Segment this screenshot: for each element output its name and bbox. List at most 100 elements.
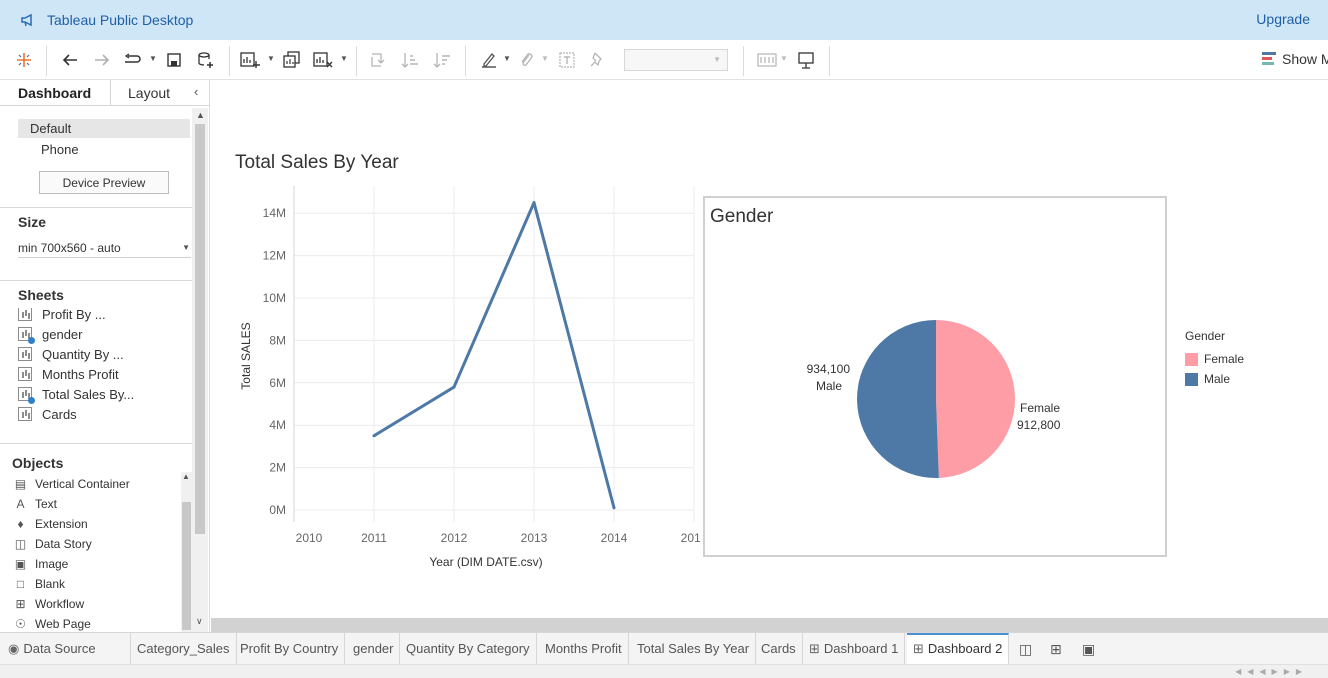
undo-icon[interactable] [60,50,80,70]
sheet-tabs-bar: ◉ Data Source Category_Sales Profit By Co… [0,632,1328,678]
object-label: Vertical Container [35,477,130,491]
sheet-tab[interactable]: Months Profit [539,633,629,664]
tab-dashboard[interactable]: Dashboard [18,85,91,101]
data-story-icon: ◫ [14,537,27,551]
sheet-item[interactable]: Months Profit [18,365,119,383]
fix-axes-icon[interactable] [588,50,608,70]
total-sales-line-chart[interactable]: 0M 2M 4M 6M 8M 10M 12M 14M 2010 2011 2012 2013 2014 2… [231,184,701,594]
workflow-icon: ⊞ [15,597,26,611]
object-extension[interactable]: ♦ Extension [14,516,87,532]
scroll-up-icon[interactable]: ▲ [196,110,205,120]
new-story-tab-icon[interactable]: ▣ [1082,641,1095,658]
replay-icon[interactable] [122,50,142,70]
redo-icon[interactable] [92,50,112,70]
gender-pie-container[interactable]: Gender Female 912,800 934,100 Male [703,196,1167,557]
group-dropdown-icon[interactable]: ▼ [541,54,549,63]
sheet-tab[interactable]: Cards [755,633,803,664]
sheet-item[interactable]: Profit By ... [18,308,106,323]
new-worksheet-tab-icon[interactable]: ◫ [1019,641,1032,658]
object-label: Blank [35,577,66,591]
web-page-icon: ☉ [15,617,26,631]
show-me-icon [1262,52,1276,66]
legend-item-male[interactable]: Male [1185,369,1244,389]
worksheet-in-use-icon [18,327,35,344]
extension-icon: ♦ [17,517,24,531]
legend-label: Male [1204,372,1231,386]
sales-line [373,201,616,509]
dashboard-tab[interactable]: ⊞ Dashboard 1 [803,633,906,664]
new-worksheet-icon[interactable] [240,50,260,70]
device-phone[interactable]: Phone [41,142,79,157]
sheet-tab[interactable]: Category_Sales [131,633,237,664]
app-title: Tableau Public Desktop [47,12,194,28]
worksheet-in-use-icon [18,387,35,404]
sales-point [532,201,536,205]
sheet-label: Profit By ... [42,308,106,322]
presentation-mode-icon[interactable] [796,50,816,70]
sheet-item[interactable]: gender [18,325,82,344]
object-image[interactable]: ▣ Image [14,556,69,572]
swap-rows-columns-icon[interactable] [368,50,388,70]
scroll-up-icon[interactable]: ▲ [182,472,190,481]
clear-sheet-icon[interactable] [313,50,333,70]
save-icon[interactable] [164,50,184,70]
line-chart-title: Total Sales By Year [235,152,399,173]
object-vertical-container[interactable]: ▤ Vertical Container [14,476,130,492]
show-cards-icon[interactable] [757,50,777,70]
fit-dropdown[interactable]: ▼ [624,49,728,71]
gender-pie-chart[interactable]: Female 912,800 934,100 Male [705,198,1165,555]
highlight-icon[interactable] [479,50,499,70]
collapse-pane-icon[interactable]: ‹ [194,84,198,99]
group-members-icon[interactable] [516,50,536,70]
highlight-dropdown-icon[interactable]: ▼ [503,54,511,63]
new-dashboard-tab-icon[interactable]: ⊞ [1050,641,1062,658]
new-data-source-icon[interactable] [196,50,216,70]
x-tick-label: 2010 [296,531,323,545]
objects-title: Objects [12,455,64,471]
tab-layout[interactable]: Layout [110,80,190,106]
duplicate-sheet-icon[interactable] [282,50,302,70]
y-axis-label: Total SALES [239,322,253,389]
sheet-item[interactable]: Quantity By ... [18,345,124,363]
object-label: Image [35,557,69,571]
tab-navigation-icon[interactable]: ◀◀◀▶▶▶ [1235,667,1308,676]
dashboard-tab-active[interactable]: ⊞ Dashboard 2 [907,633,1010,664]
size-select[interactable]: min 700x560 - auto ▼ [18,240,191,258]
replay-dropdown-icon[interactable]: ▼ [149,54,157,63]
y-tick-label: 14M [263,206,286,220]
object-blank[interactable]: □ Blank [14,576,65,592]
sort-descending-icon[interactable] [432,50,452,70]
device-preview-button[interactable]: Device Preview [39,171,169,194]
object-text[interactable]: A Text [14,496,57,512]
x-tick-label: 2013 [521,531,548,545]
scrollbar-thumb[interactable] [195,124,205,534]
sheet-item[interactable]: Total Sales By... [18,385,134,404]
show-me-button[interactable]: Show Me [1262,51,1328,67]
sheet-tab[interactable]: Total Sales By Year [631,633,757,664]
side-pane-scrollbar[interactable]: ▲ [192,108,208,632]
show-mark-labels-icon[interactable] [557,50,577,70]
tableau-logo-icon[interactable] [14,50,34,70]
worksheet-icon [18,407,32,421]
sheet-label: Cards [42,406,77,422]
sheet-tab[interactable]: Profit By Country [234,633,346,664]
object-data-story[interactable]: ◫ Data Story [14,536,92,552]
sort-ascending-icon[interactable] [400,50,420,70]
device-default[interactable]: Default [18,119,190,138]
object-web-page[interactable]: ☉ Web Page [14,616,91,632]
sheet-item[interactable]: Cards [18,405,77,423]
object-workflow[interactable]: ⊞ Workflow [14,596,84,612]
legend-item-female[interactable]: Female [1185,349,1244,369]
scroll-down-icon[interactable]: ∨ [196,616,203,627]
object-label: Data Story [35,537,92,551]
sheet-tab[interactable]: gender [347,633,401,664]
clear-sheet-dropdown-icon[interactable]: ▼ [340,54,348,63]
legend-label: Female [1204,352,1245,366]
canvas-horizontal-scrollbar[interactable] [211,618,1328,632]
sheet-tab[interactable]: Quantity By Category [400,633,537,664]
new-worksheet-dropdown-icon[interactable]: ▼ [267,54,275,63]
upgrade-link[interactable]: Upgrade [1256,11,1310,27]
show-cards-dropdown-icon[interactable]: ▼ [780,54,788,63]
objects-scrollbar[interactable]: ▲ [181,472,192,632]
tab-data-source[interactable]: ◉ Data Source [0,633,131,664]
